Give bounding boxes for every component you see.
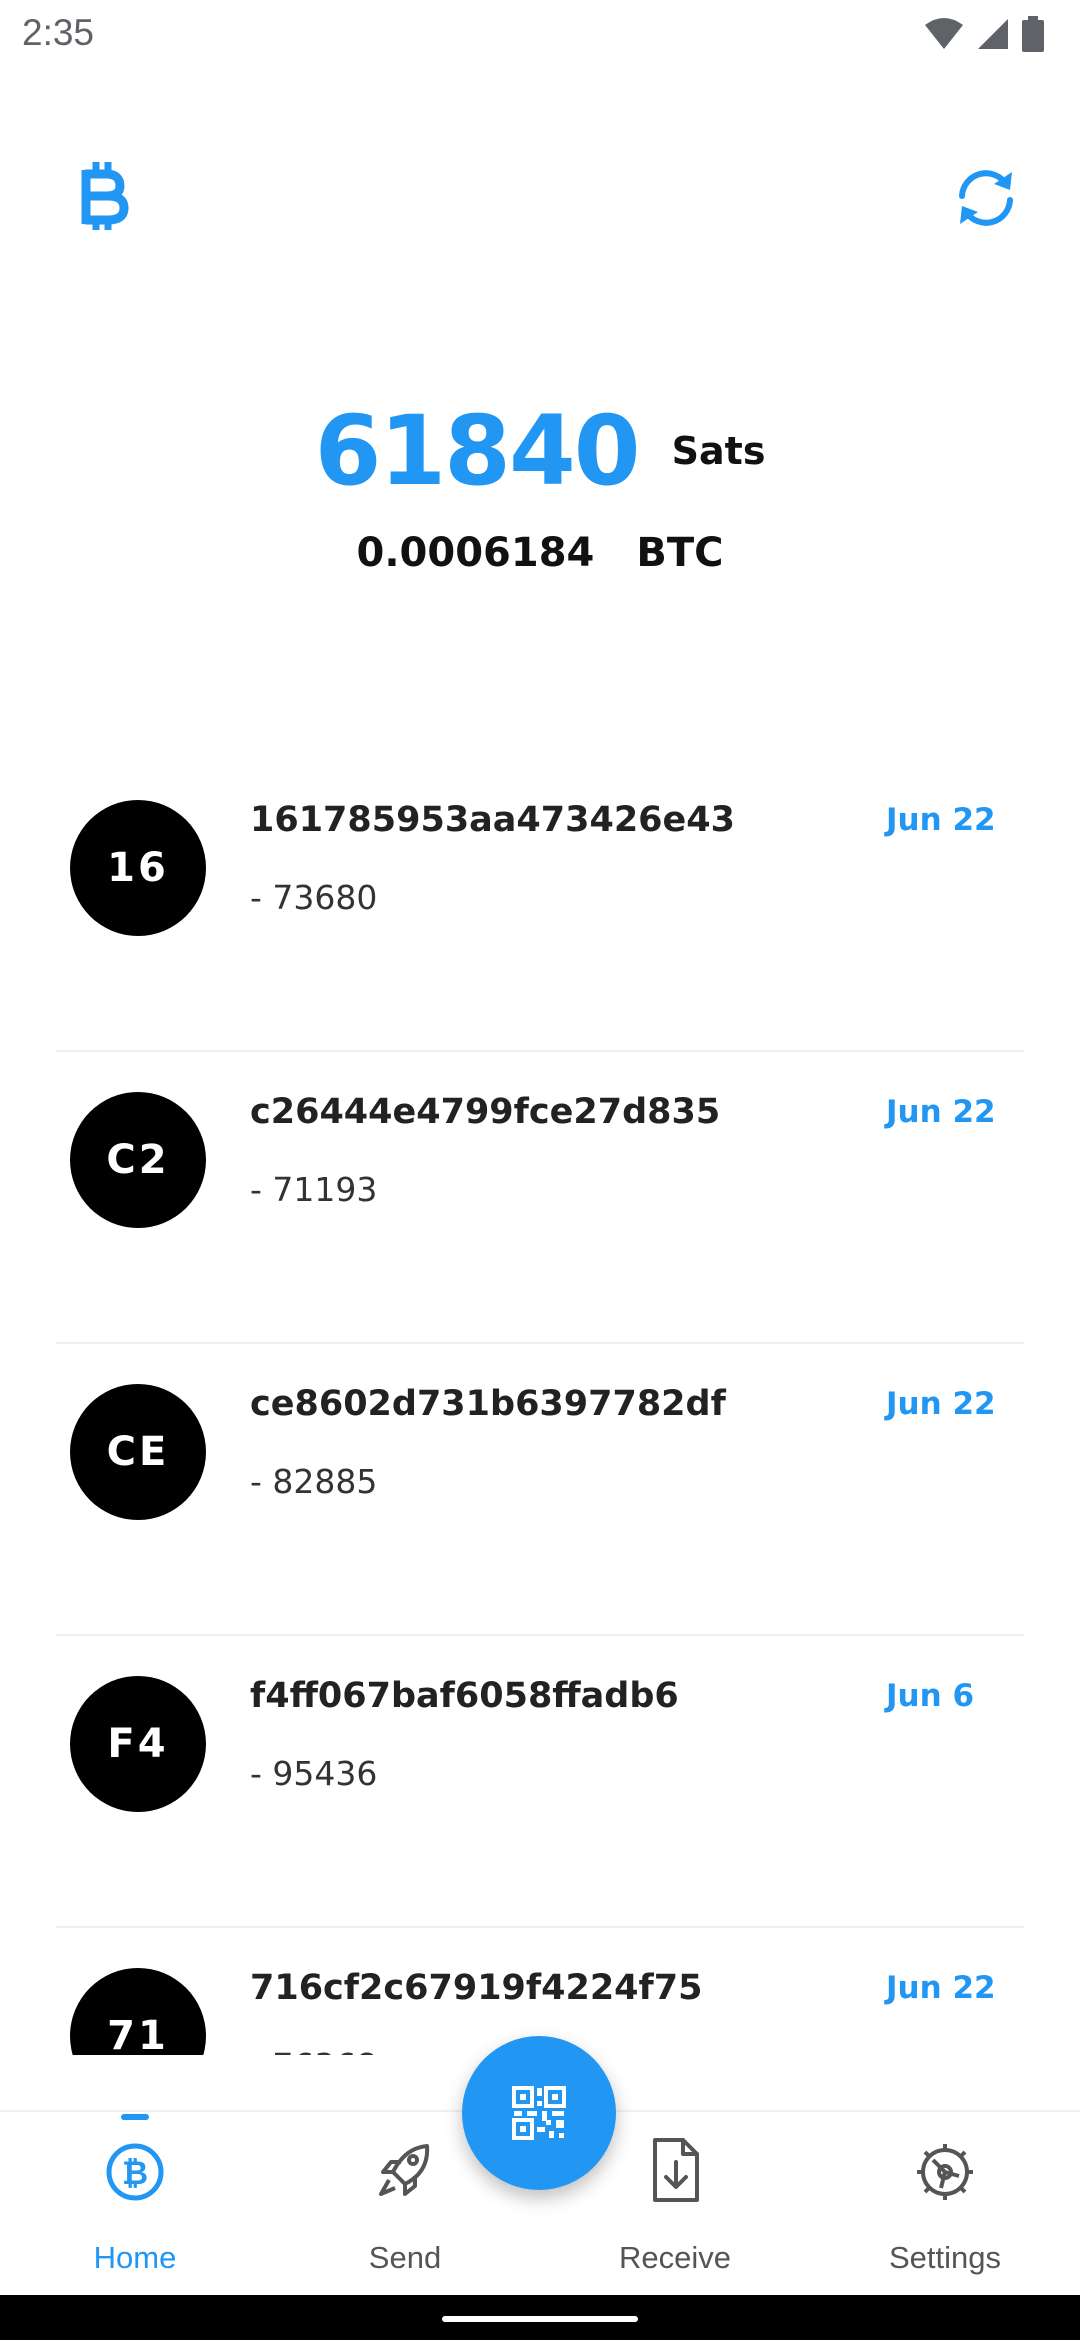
transaction-avatar: 16 (70, 800, 206, 936)
transaction-date: Jun 22 (886, 1386, 996, 1422)
transaction-row[interactable]: CE ce8602d731b6397782df - 82885 Jun 22 (0, 1344, 1080, 1636)
transaction-date: Jun 6 (886, 1678, 975, 1714)
home-gesture-pill[interactable] (442, 2316, 638, 2322)
transaction-date: Jun 22 (886, 1970, 996, 2006)
status-bar: 2:35 (0, 0, 1080, 66)
scan-qr-button[interactable] (462, 2036, 616, 2190)
transaction-row[interactable]: C2 c26444e4799fce27d835 - 71193 Jun 22 (0, 1052, 1080, 1344)
nav-receive-label: Receive (619, 2240, 731, 2275)
transaction-id: c26444e4799fce27d835 (250, 1092, 721, 1132)
nav-settings[interactable]: Settings (810, 2112, 1080, 2297)
transaction-id: 716cf2c67919f4224f75 (250, 1968, 703, 2008)
transaction-avatar: CE (70, 1384, 206, 1520)
balance-btc-row: 0.0006184 BTC (0, 530, 1080, 576)
transaction-date: Jun 22 (886, 802, 996, 838)
rocket-icon (379, 2144, 430, 2196)
balance-btc-value: 0.0006184 (356, 530, 595, 576)
transaction-id: 161785953aa473426e43 (250, 800, 735, 840)
nav-home[interactable]: ₿ Home (0, 2112, 270, 2297)
transaction-id: ce8602d731b6397782df (250, 1384, 726, 1424)
transaction-amount: - 71193 (250, 1170, 378, 1209)
transaction-avatar: C2 (70, 1092, 206, 1228)
transaction-list[interactable]: 16 161785953aa473426e43 - 73680 Jun 22 C… (0, 760, 1080, 2055)
balance-sats-unit: Sats (671, 429, 766, 473)
active-tab-indicator (121, 2114, 149, 2120)
nav-home-label: Home (93, 2240, 177, 2275)
transaction-amount: - 82885 (250, 1462, 378, 1501)
transaction-amount: - 73680 (250, 878, 378, 917)
transaction-amount: - 95436 (250, 1754, 378, 1793)
nav-send-label: Send (368, 2240, 442, 2275)
bitcoin-icon (81, 162, 129, 230)
transaction-avatar: 71 (70, 1968, 206, 2055)
transaction-avatar: F4 (70, 1676, 206, 1812)
status-icons (924, 16, 1044, 52)
refresh-icon[interactable] (950, 162, 1022, 234)
settings-gear-icon (917, 2144, 973, 2200)
status-time: 2:35 (22, 12, 95, 53)
cell-signal-icon (978, 19, 1008, 49)
battery-icon (1022, 16, 1044, 52)
qr-code-icon (512, 2086, 566, 2140)
wifi-icon (925, 18, 963, 49)
nav-settings-label: Settings (888, 2240, 1001, 2275)
transaction-row[interactable]: 16 161785953aa473426e43 - 73680 Jun 22 (0, 760, 1080, 1052)
balance-sats-row: 61840 Sats (0, 395, 1080, 507)
transaction-amount: - 76368 (250, 2046, 377, 2055)
transaction-id: f4ff067baf6058ffadb6 (250, 1676, 679, 1716)
bitcoin-circle-icon: ₿ (106, 2143, 164, 2201)
balance-btc-unit: BTC (636, 530, 724, 576)
system-navigation-bar (0, 2295, 1080, 2340)
download-file-icon (653, 2138, 699, 2202)
transaction-row[interactable]: F4 f4ff067baf6058ffadb6 - 95436 Jun 6 (0, 1636, 1080, 1928)
svg-text:₿: ₿ (122, 2154, 148, 2192)
transaction-date: Jun 22 (886, 1094, 996, 1130)
balance-sats-value: 61840 (314, 395, 641, 507)
